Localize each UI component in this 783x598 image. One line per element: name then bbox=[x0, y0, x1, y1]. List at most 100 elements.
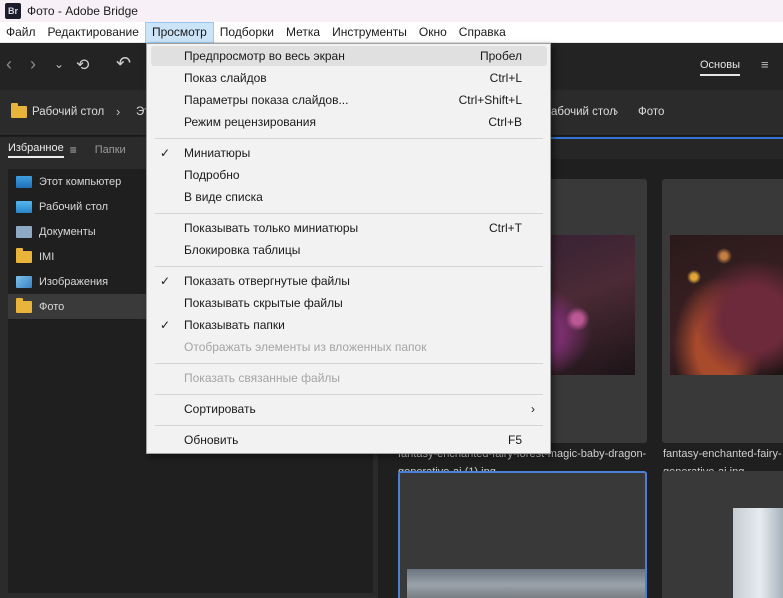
panel-tabs: Избранное ≡ Папки bbox=[8, 137, 126, 163]
menu-item-label: Показать отвергнутые файлы bbox=[184, 274, 350, 288]
menu-item-shortcut: Ctrl+T bbox=[489, 221, 522, 235]
panel-menu-icon[interactable]: ≡ bbox=[70, 143, 77, 157]
menu-item-show-hidden[interactable]: Показывать скрытые файлы bbox=[151, 293, 547, 313]
menu-item-shortcut: Пробел bbox=[480, 49, 522, 63]
back-arrow-icon[interactable]: ‹ bbox=[6, 54, 12, 75]
checkmark-icon: ✓ bbox=[160, 146, 171, 160]
menu-item-refresh[interactable]: Обновить F5 bbox=[151, 430, 547, 450]
tab-favorites[interactable]: Избранное bbox=[8, 142, 64, 158]
workspace-tab-essentials[interactable]: Основы bbox=[700, 59, 740, 76]
menu-help[interactable]: Справка bbox=[453, 22, 512, 43]
folder-icon bbox=[11, 103, 27, 118]
breadcrumb-desktop-label: Рабочий стол bbox=[32, 106, 105, 118]
menu-item-label: Обновить bbox=[184, 433, 239, 447]
menu-item-shortcut: Ctrl+B bbox=[488, 115, 522, 129]
menu-separator bbox=[155, 363, 543, 364]
menu-item-label: Параметры показа слайдов... bbox=[184, 93, 349, 107]
menu-stacks[interactable]: Подборки bbox=[214, 22, 280, 43]
menu-item-sort[interactable]: Сортировать › bbox=[151, 399, 547, 419]
menu-item-grid-lock[interactable]: Блокировка таблицы bbox=[151, 240, 547, 260]
breadcrumb-desktop[interactable]: Рабочий стол bbox=[11, 103, 105, 118]
menu-item-shortcut: F5 bbox=[507, 433, 522, 447]
menu-lines-icon[interactable]: ≡ bbox=[761, 57, 769, 72]
favorite-label: IMI bbox=[39, 250, 55, 263]
menu-item-thumbnails-only[interactable]: Показывать только миниатюры Ctrl+T bbox=[151, 218, 547, 238]
images-icon bbox=[16, 275, 32, 288]
menu-item-show-subfolder-items: Отображать элементы из вложенных папок bbox=[151, 337, 547, 357]
submenu-arrow-icon: › bbox=[531, 402, 535, 416]
menu-item-label: Показ слайдов bbox=[184, 71, 267, 85]
menu-item-label: В виде списка bbox=[184, 190, 263, 204]
menu-separator bbox=[155, 394, 543, 395]
boomerang-icon[interactable]: ↶ bbox=[116, 53, 131, 74]
menu-item-show-linked-files: Показать связанные файлы bbox=[151, 368, 547, 388]
menu-label[interactable]: Метка bbox=[280, 22, 326, 43]
dropdown-icon[interactable]: ⌄ bbox=[54, 57, 64, 71]
menu-separator bbox=[155, 138, 543, 139]
menu-item-shortcut: Ctrl+L bbox=[489, 71, 522, 85]
view-menu-dropdown: Предпросмотр во весь экран Пробел Показ … bbox=[146, 43, 551, 454]
favorite-label: Документы bbox=[39, 225, 96, 238]
menu-item-label: Сортировать bbox=[184, 402, 256, 416]
menu-item-label: Предпросмотр во весь экран bbox=[184, 49, 345, 63]
chevron-right-icon: › bbox=[614, 104, 619, 119]
title-bar: Br Фото - Adobe Bridge bbox=[0, 0, 783, 22]
documents-icon bbox=[16, 225, 32, 238]
thumbnail-cell[interactable] bbox=[662, 471, 783, 598]
computer-icon bbox=[16, 175, 32, 188]
folder-icon bbox=[16, 297, 32, 313]
thumbnail-cell[interactable] bbox=[662, 179, 783, 443]
menu-item-details[interactable]: Подробно bbox=[151, 165, 547, 185]
window-title: Фото - Adobe Bridge bbox=[27, 4, 138, 18]
chevron-right-icon: › bbox=[116, 104, 121, 119]
breadcrumb-desktop-right-label: абочий стол bbox=[551, 106, 616, 118]
menu-item-label: Отображать элементы из вложенных папок bbox=[184, 340, 427, 354]
history-icon[interactable]: ⟲ bbox=[76, 55, 89, 75]
forward-arrow-icon[interactable]: › bbox=[30, 54, 36, 75]
menu-item-review-mode[interactable]: Режим рецензирования Ctrl+B bbox=[151, 112, 547, 132]
menu-item-shortcut: Ctrl+Shift+L bbox=[458, 93, 522, 107]
menu-tools[interactable]: Инструменты bbox=[326, 22, 413, 43]
checkmark-icon: ✓ bbox=[160, 318, 171, 332]
menu-item-list-view[interactable]: В виде списка bbox=[151, 187, 547, 207]
menu-item-label: Показывать только миниатюры bbox=[184, 221, 359, 235]
menu-item-label: Блокировка таблицы bbox=[184, 243, 301, 257]
menu-item-slideshow-options[interactable]: Параметры показа слайдов... Ctrl+Shift+L bbox=[151, 90, 547, 110]
folder-icon bbox=[16, 247, 32, 263]
breadcrumb-desktop-right[interactable]: абочий стол bbox=[551, 106, 616, 118]
thumbnail-cell-selected[interactable] bbox=[398, 471, 647, 598]
menu-item-slideshow[interactable]: Показ слайдов Ctrl+L bbox=[151, 68, 547, 88]
menu-bar: Файл Редактирование Просмотр Подборки Ме… bbox=[0, 21, 783, 43]
menu-item-fullscreen-preview[interactable]: Предпросмотр во весь экран Пробел bbox=[151, 46, 547, 66]
menu-item-label: Показывать папки bbox=[184, 318, 285, 332]
file-name-line: fantasy-enchanted-fairy- bbox=[663, 448, 782, 460]
checkmark-icon: ✓ bbox=[160, 274, 171, 288]
menu-item-label: Показать связанные файлы bbox=[184, 371, 341, 385]
breadcrumb-current[interactable]: Фото bbox=[638, 106, 664, 118]
favorite-label: Этот компьютер bbox=[39, 175, 122, 188]
menu-item-label: Миниатюры bbox=[184, 146, 251, 160]
desktop-icon bbox=[16, 200, 32, 213]
thumbnail-image bbox=[407, 569, 645, 598]
menu-separator bbox=[155, 266, 543, 267]
menu-edit[interactable]: Редактирование bbox=[42, 22, 145, 43]
favorite-label: Изображения bbox=[39, 275, 109, 288]
thumbnail-image bbox=[670, 235, 783, 375]
menu-file[interactable]: Файл bbox=[0, 22, 42, 43]
menu-item-show-rejected[interactable]: ✓ Показать отвергнутые файлы bbox=[151, 271, 547, 291]
bridge-app-icon: Br bbox=[5, 3, 21, 19]
menu-separator bbox=[155, 213, 543, 214]
menu-window[interactable]: Окно bbox=[413, 22, 453, 43]
menu-item-label: Режим рецензирования bbox=[184, 115, 317, 129]
menu-item-label: Показывать скрытые файлы bbox=[184, 296, 343, 310]
menu-item-show-folders[interactable]: ✓ Показывать папки bbox=[151, 315, 547, 335]
menu-view[interactable]: Просмотр bbox=[144, 21, 214, 43]
menu-item-thumbnails[interactable]: ✓ Миниатюры bbox=[151, 143, 547, 163]
breadcrumb-current-label: Фото bbox=[638, 106, 665, 118]
favorite-label: Фото bbox=[39, 300, 65, 313]
favorite-label: Рабочий стол bbox=[39, 200, 109, 213]
menu-item-label: Подробно bbox=[184, 168, 240, 182]
tab-folders[interactable]: Папки bbox=[95, 144, 126, 156]
thumbnail-image bbox=[733, 508, 783, 598]
menu-separator bbox=[155, 425, 543, 426]
